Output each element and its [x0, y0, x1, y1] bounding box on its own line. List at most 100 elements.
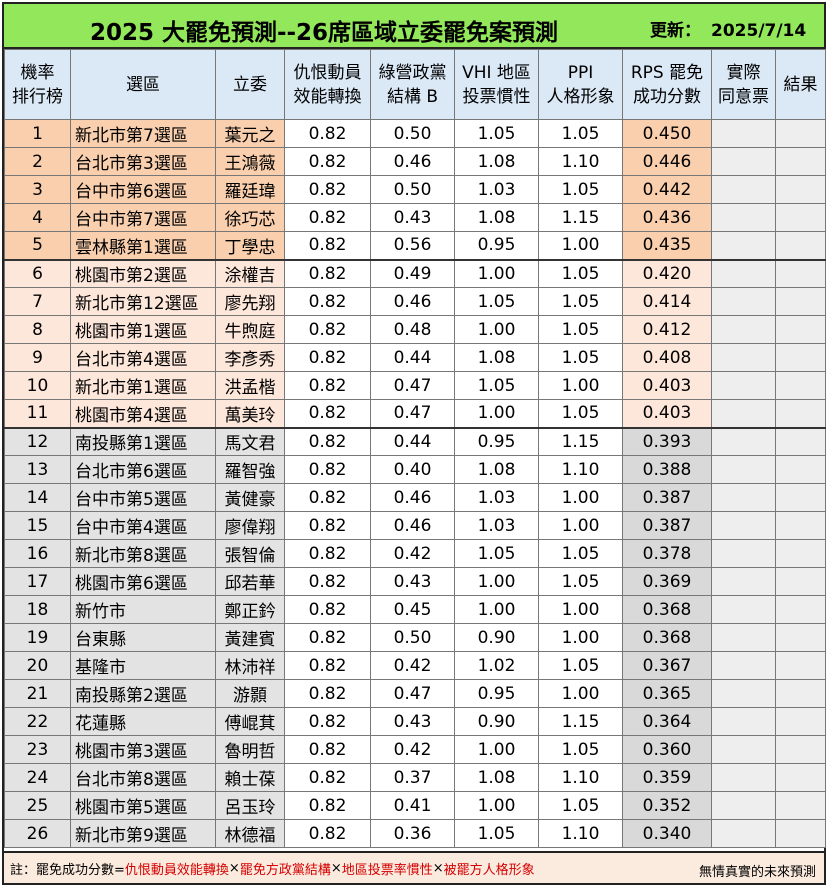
table-row: 18 新竹市 鄭正鈐 0.82 0.45 1.00 1.00 0.368	[4, 595, 826, 624]
footer-note: 註：罷免成功分數= 仇恨動員效能轉換 × 罷免方政黨結構 × 地區投票率慣性 × 被罷方人格形…	[4, 851, 824, 883]
district-cell: 台中市第6選區	[70, 175, 216, 204]
district-cell: 新北市第12選區	[70, 287, 216, 316]
actual-cell	[711, 287, 776, 316]
actual-cell	[711, 315, 776, 344]
legislator-cell: 涂權吉	[215, 258, 285, 288]
green-cell: 0.43	[370, 203, 455, 232]
formula-op-1: ×	[228, 860, 240, 876]
rps-cell: 0.408	[622, 343, 712, 372]
hate-cell: 0.82	[284, 203, 371, 232]
hate-cell: 0.82	[284, 623, 371, 652]
table-row: 12 南投縣第1選區 馬文君 0.82 0.44 0.95 1.15 0.393	[4, 426, 826, 456]
formula-factor-2: 罷免方政黨結構	[239, 862, 331, 878]
green-cell: 0.41	[370, 791, 455, 820]
rank-cell: 23	[4, 735, 71, 764]
rank-cell: 1	[4, 119, 71, 148]
rank-cell: 16	[4, 539, 71, 568]
ppi-cell: 1.10	[538, 455, 623, 484]
district-cell: 桃園市第5選區	[70, 791, 216, 820]
district-cell: 台北市第6選區	[70, 455, 216, 484]
rank-cell: 14	[4, 483, 71, 512]
vhi-cell: 1.08	[454, 455, 539, 484]
prediction-table: 機率 排行榜 選區 立委 仇恨動員 效能轉換 綠營政黨 結構 B VHI 地區 投票慣性 PPI 人格…	[4, 49, 826, 848]
hate-cell: 0.82	[284, 511, 371, 540]
table-body: 1 新北市第7選區 葉元之 0.82 0.50 1.05 1.05 0.450 2 台北市第3選區…	[4, 119, 826, 848]
table-row: 26 新北市第9選區 林德福 0.82 0.36 1.05 1.10 0.340	[4, 819, 826, 848]
legislator-cell: 洪孟楷	[215, 371, 285, 400]
result-cell	[775, 258, 826, 288]
hate-cell: 0.82	[284, 371, 371, 400]
rank-cell: 20	[4, 651, 71, 680]
vhi-cell: 0.95	[454, 426, 539, 456]
ppi-cell: 1.10	[538, 819, 623, 848]
col-header-line1: 仇恨動員	[293, 62, 362, 83]
vhi-cell: 1.03	[454, 483, 539, 512]
hate-cell: 0.82	[284, 119, 371, 148]
vhi-cell: 0.90	[454, 707, 539, 736]
ppi-cell: 1.00	[538, 231, 623, 260]
result-cell	[775, 791, 826, 820]
hate-cell: 0.82	[284, 679, 371, 708]
table-row: 9 台北市第4選區 李彥秀 0.82 0.44 1.08 1.05 0.408	[4, 343, 826, 372]
rps-cell: 0.446	[622, 147, 712, 176]
col-header-line2: 人格形象	[546, 86, 615, 107]
ppi-cell: 1.05	[538, 175, 623, 204]
col-header-line1: RPS 罷免	[630, 62, 704, 83]
legislator-cell: 林沛祥	[215, 651, 285, 680]
rps-cell: 0.368	[622, 623, 712, 652]
ppi-cell: 1.05	[538, 539, 623, 568]
col-header-line1: 實際	[726, 62, 761, 83]
green-cell: 0.37	[370, 763, 455, 792]
ppi-cell: 1.00	[538, 595, 623, 624]
col-header-hate-mobilization: 仇恨動員 效能轉換	[284, 49, 371, 120]
col-header-line1: 機率	[20, 62, 55, 83]
rps-cell: 0.435	[622, 231, 712, 260]
actual-cell	[711, 511, 776, 540]
hate-cell: 0.82	[284, 231, 371, 260]
actual-cell	[711, 258, 776, 288]
vhi-cell: 1.08	[454, 203, 539, 232]
actual-cell	[711, 707, 776, 736]
green-cell: 0.50	[370, 623, 455, 652]
legislator-cell: 李彥秀	[215, 343, 285, 372]
table-row: 8 桃園市第1選區 牛煦庭 0.82 0.48 1.00 1.05 0.412	[4, 315, 826, 344]
vhi-cell: 1.03	[454, 175, 539, 204]
legislator-cell: 魯明哲	[215, 735, 285, 764]
col-header-legislator: 立委	[215, 49, 285, 120]
col-header-rps: RPS 罷免 成功分數	[622, 49, 712, 120]
legislator-cell: 廖先翔	[215, 287, 285, 316]
hate-cell: 0.82	[284, 147, 371, 176]
rank-cell: 15	[4, 511, 71, 540]
green-cell: 0.47	[370, 399, 455, 428]
hate-cell: 0.82	[284, 539, 371, 568]
rps-cell: 0.378	[622, 539, 712, 568]
actual-cell	[711, 371, 776, 400]
green-cell: 0.44	[370, 426, 455, 456]
actual-cell	[711, 651, 776, 680]
table-row: 22 花蓮縣 傅崐萁 0.82 0.43 0.90 1.15 0.364	[4, 707, 826, 736]
result-cell	[775, 623, 826, 652]
result-cell	[775, 399, 826, 428]
vhi-cell: 1.08	[454, 147, 539, 176]
legislator-cell: 邱若華	[215, 567, 285, 596]
legislator-cell: 牛煦庭	[215, 315, 285, 344]
col-header-ppi: PPI 人格形象	[538, 49, 623, 120]
hate-cell: 0.82	[284, 343, 371, 372]
rank-cell: 3	[4, 175, 71, 204]
green-cell: 0.42	[370, 651, 455, 680]
district-cell: 新竹市	[70, 595, 216, 624]
rank-cell: 25	[4, 791, 71, 820]
legislator-cell: 葉元之	[215, 119, 285, 148]
ppi-cell: 1.00	[538, 483, 623, 512]
rps-cell: 0.414	[622, 287, 712, 316]
formula-factor-4: 被罷方人格形象	[443, 862, 535, 878]
col-header-line1: PPI	[567, 62, 594, 83]
table-row: 4 台中市第7選區 徐巧芯 0.82 0.43 1.08 1.15 0.436	[4, 203, 826, 232]
result-cell	[775, 707, 826, 736]
col-header-vhi: VHI 地區 投票慣性	[454, 49, 539, 120]
result-cell	[775, 175, 826, 204]
actual-cell	[711, 679, 776, 708]
table-row: 3 台中市第6選區 羅廷瑋 0.82 0.50 1.03 1.05 0.442	[4, 175, 826, 204]
legislator-cell: 徐巧芯	[215, 203, 285, 232]
footer-tagline: 無情真實的未來預測	[698, 865, 816, 880]
